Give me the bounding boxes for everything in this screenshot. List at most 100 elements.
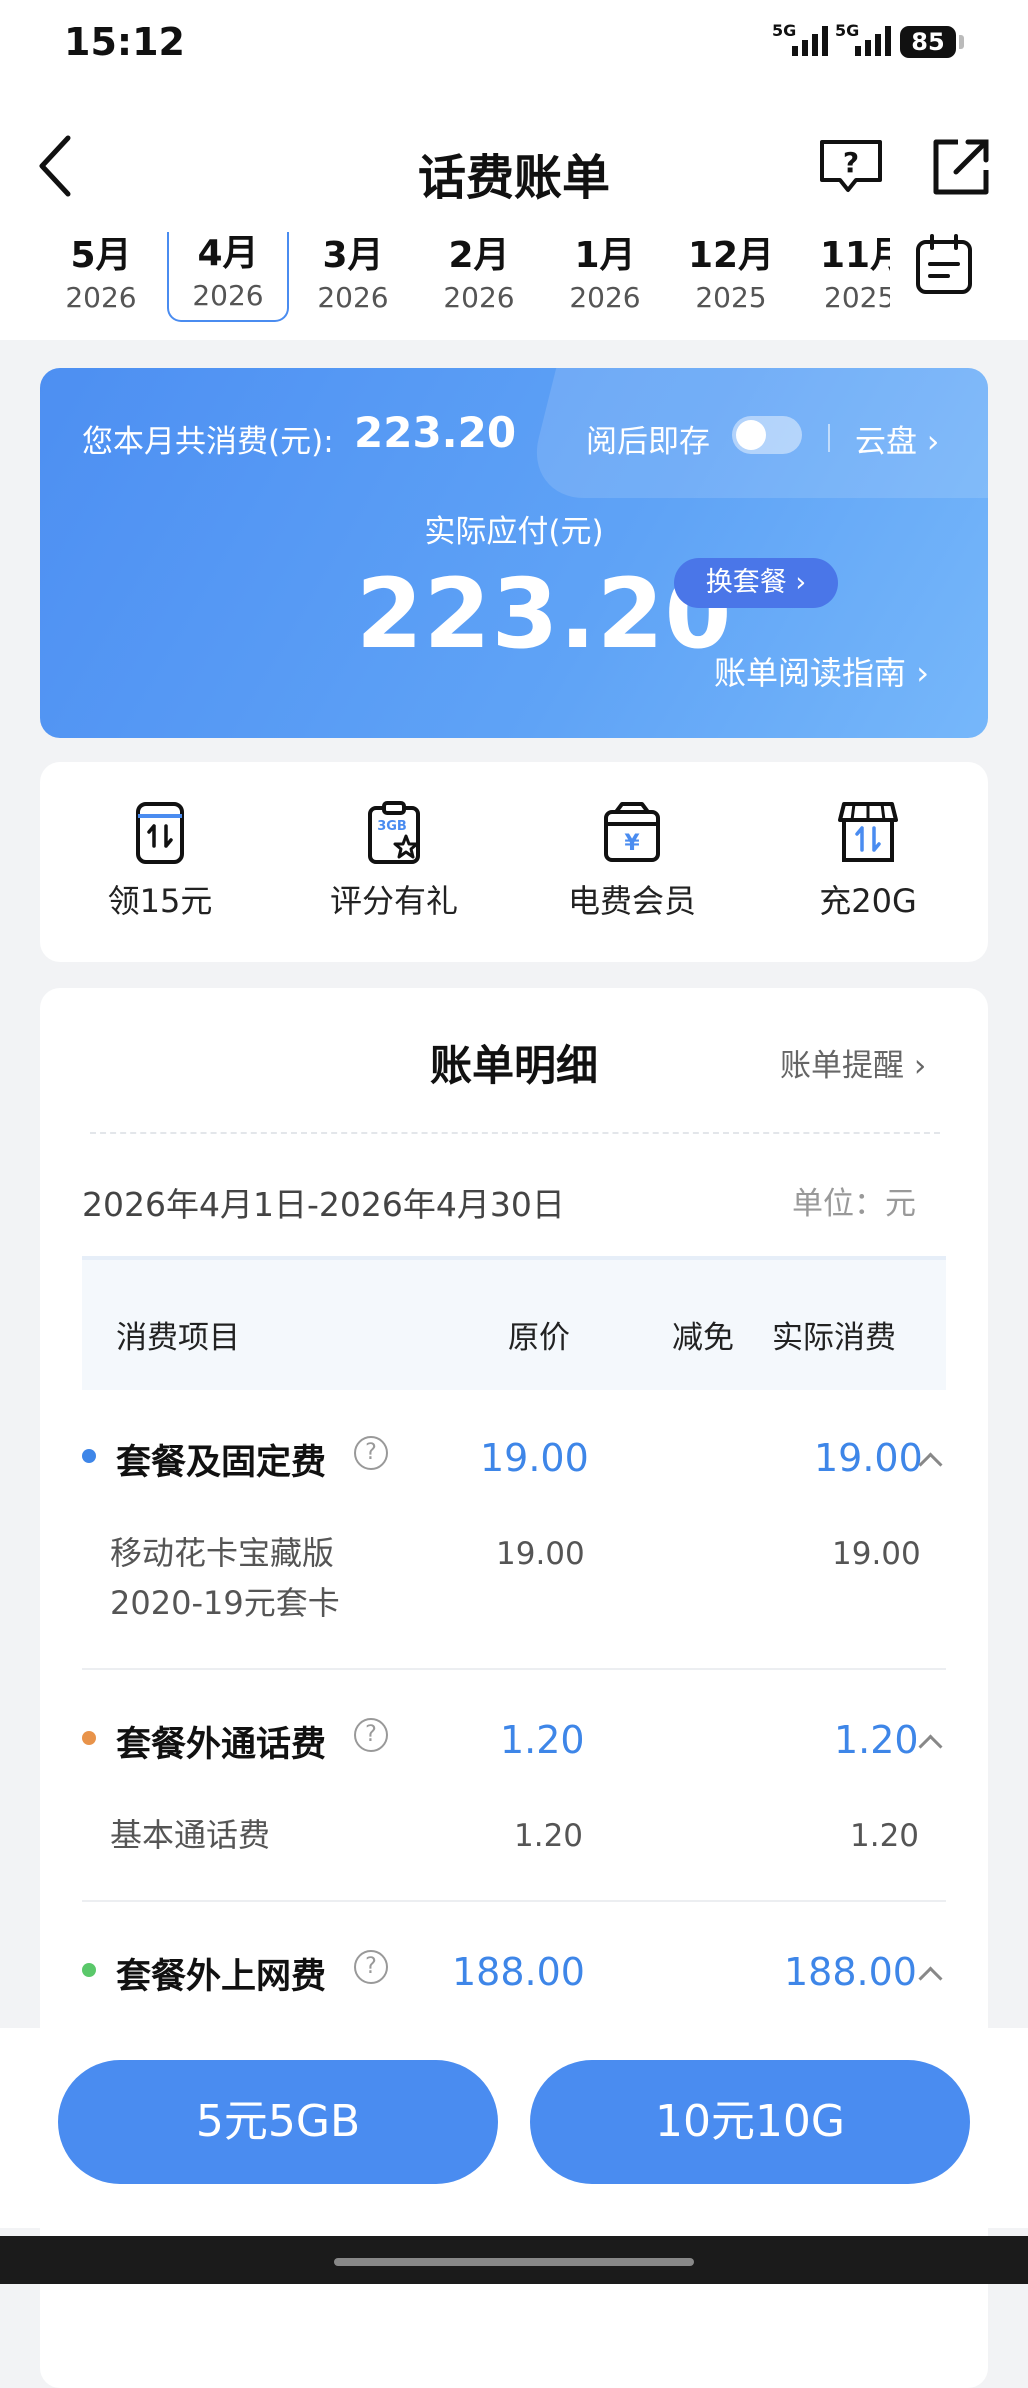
category-row-package-fixed[interactable]: 套餐及固定费 ? 19.00 19.00 xyxy=(82,1426,946,1486)
help-circle-icon[interactable]: ? xyxy=(354,1950,388,1984)
total-spend-value: 223.20 xyxy=(354,408,517,457)
tab-year: 2026 xyxy=(443,281,515,314)
change-plan-label: 换套餐 xyxy=(705,567,787,598)
bill-guide-label: 账单阅读指南 xyxy=(714,654,907,692)
help-circle-icon[interactable]: ? xyxy=(354,1436,388,1470)
home-indicator[interactable] xyxy=(334,2258,694,2266)
save-after-read-label: 阅后即存 xyxy=(586,424,710,460)
tab-month-3-2026[interactable]: 3月 2026 xyxy=(294,234,412,324)
total-spend-label: 您本月共消费(元): xyxy=(82,424,334,460)
bill-reminder-label: 账单提醒 xyxy=(780,1048,904,1084)
row-divider xyxy=(82,1900,946,1902)
buy-10g-button[interactable]: 10元10G xyxy=(530,2060,970,2184)
bill-guide-link[interactable]: 账单阅读指南 › xyxy=(714,648,929,694)
tab-month: 5月 xyxy=(70,235,132,276)
signal-label: 5G xyxy=(772,22,796,40)
tab-month-4-2026[interactable]: 4月 2026 xyxy=(167,232,289,322)
store-data-icon xyxy=(838,800,898,866)
category-original: 1.20 xyxy=(500,1718,585,1762)
category-row-extra-calls[interactable]: 套餐外通话费 ? 1.20 1.20 xyxy=(82,1708,946,1768)
bill-reminder-link[interactable]: 账单提醒 › xyxy=(780,1040,926,1085)
column-header-original: 原价 xyxy=(508,1320,570,1356)
category-original: 188.00 xyxy=(452,1950,585,1994)
shortcut-label: 领15元 xyxy=(107,882,213,920)
tab-month: 12月 xyxy=(687,235,775,276)
tab-year: 2026 xyxy=(65,281,137,314)
line-item-original: 1.20 xyxy=(514,1818,584,1854)
divider xyxy=(828,424,830,452)
help-button[interactable]: ? xyxy=(816,136,886,200)
change-plan-button[interactable]: 换套餐 › xyxy=(674,558,838,608)
chevron-up-icon xyxy=(918,1734,943,1759)
phone-data-icon xyxy=(130,800,190,866)
category-name: 套餐外上网费 xyxy=(116,1957,327,1997)
billing-period: 2026年4月1日-2026年4月30日 xyxy=(82,1185,565,1224)
tab-month: 1月 xyxy=(574,235,636,276)
category-dot xyxy=(82,1449,96,1463)
icon-text: 3GB xyxy=(377,819,407,834)
line-item-name: 移动花卡宝藏版 2020-19元套卡 xyxy=(110,1528,340,1628)
electricity-bill-icon: ¥ xyxy=(602,800,662,866)
line-item-original: 19.00 xyxy=(496,1536,585,1572)
line-item-actual: 1.20 xyxy=(850,1818,920,1854)
dashed-divider xyxy=(90,1132,940,1134)
help-circle-icon[interactable]: ? xyxy=(354,1718,388,1752)
category-actual: 19.00 xyxy=(814,1436,923,1480)
tab-year: 2025 xyxy=(824,281,890,314)
row-divider xyxy=(82,1668,946,1670)
shortcut-recharge-20g[interactable]: 充20G xyxy=(768,800,968,922)
line-item-name-line2: 2020-19元套卡 xyxy=(110,1584,340,1622)
column-header-actual: 实际消费 xyxy=(772,1320,896,1356)
share-button[interactable] xyxy=(930,136,992,202)
tab-month: 3月 xyxy=(322,235,384,276)
column-header-discount: 减免 xyxy=(672,1320,734,1356)
icon-text: ¥ xyxy=(624,831,640,856)
category-row-extra-data[interactable]: 套餐外上网费 ? 188.00 188.00 xyxy=(82,1940,946,2000)
buy-5gb-button[interactable]: 5元5GB xyxy=(58,2060,498,2184)
save-after-read-toggle[interactable] xyxy=(732,416,802,454)
shortcut-electricity-member[interactable]: ¥ 电费会员 xyxy=(532,800,732,922)
line-item-actual: 19.00 xyxy=(832,1536,921,1572)
cloud-disk-label: 云盘 xyxy=(855,424,917,460)
tab-year: 2025 xyxy=(695,281,767,314)
chevron-right-icon: › xyxy=(795,567,807,598)
signal-label: 5G xyxy=(835,22,859,40)
rating-gift-icon: 3GB xyxy=(364,800,424,866)
tab-month: 4月 xyxy=(197,233,259,274)
shortcut-rating-gift[interactable]: 3GB 评分有礼 xyxy=(294,800,494,922)
tab-year: 2026 xyxy=(569,281,641,314)
category-dot xyxy=(82,1731,96,1745)
chevron-right-icon: › xyxy=(916,654,929,692)
category-name: 套餐及固定费 xyxy=(116,1443,327,1483)
cloud-disk-link[interactable]: 云盘 › xyxy=(855,416,939,461)
tab-month: 2月 xyxy=(448,235,510,276)
shortcut-get-15[interactable]: 领15元 xyxy=(60,800,260,922)
chevron-up-icon xyxy=(918,1966,943,1991)
chevron-right-icon: › xyxy=(926,424,940,460)
tab-month-5-2026[interactable]: 5月 2026 xyxy=(42,234,160,324)
share-icon xyxy=(933,139,989,195)
battery-indicator: 85 xyxy=(900,26,964,58)
calendar-button[interactable] xyxy=(914,234,974,300)
category-actual: 1.20 xyxy=(834,1718,919,1762)
column-header-item: 消费项目 xyxy=(116,1320,240,1356)
tab-month-11-2025[interactable]: 11月 2025 xyxy=(798,234,890,324)
chevron-right-icon: › xyxy=(913,1048,927,1084)
line-item-name: 基本通话费 xyxy=(110,1816,271,1854)
help-icon: ? xyxy=(820,140,882,192)
currency-unit: 单位：元 xyxy=(792,1186,916,1222)
tab-year: 2026 xyxy=(192,279,264,312)
status-time: 15:12 xyxy=(64,20,185,64)
category-original: 19.00 xyxy=(480,1436,589,1480)
tab-month-12-2025[interactable]: 12月 2025 xyxy=(672,234,790,324)
category-dot xyxy=(82,1963,96,1977)
line-item-name-line1: 移动花卡宝藏版 xyxy=(110,1534,335,1572)
svg-text:?: ? xyxy=(843,146,859,179)
shortcut-label: 电费会员 xyxy=(567,882,696,920)
tab-month-1-2026[interactable]: 1月 2026 xyxy=(546,234,664,324)
signal-icon: 5G xyxy=(772,21,832,66)
tab-month-2-2026[interactable]: 2月 2026 xyxy=(420,234,538,324)
tab-year: 2026 xyxy=(317,281,389,314)
shortcut-label: 评分有礼 xyxy=(329,882,458,920)
amount-due-label: 实际应付(元) xyxy=(424,514,604,550)
